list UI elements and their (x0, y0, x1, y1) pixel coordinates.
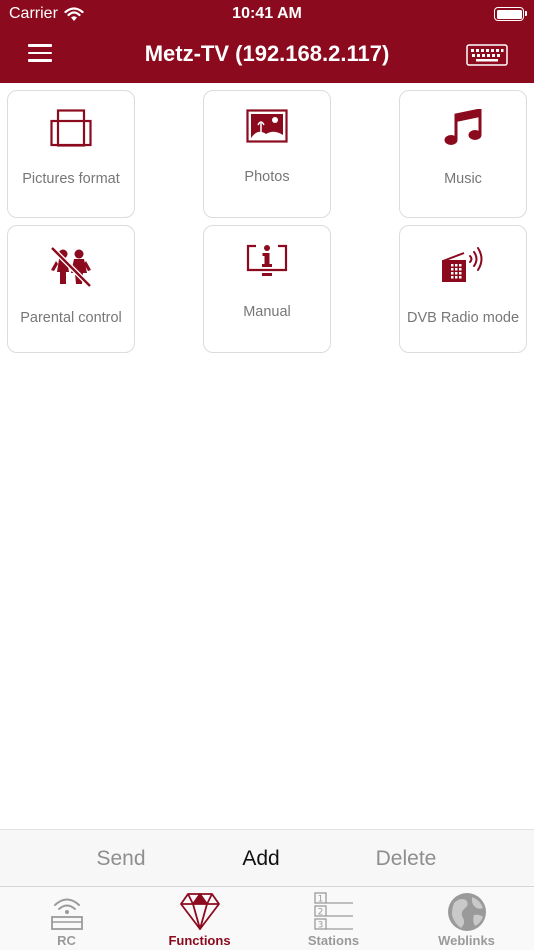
tile-photos[interactable]: Photos (203, 90, 331, 218)
tile-label: Photos (244, 169, 290, 185)
diamond-icon (179, 893, 220, 930)
tile-pictures-format[interactable]: Pictures format (7, 90, 135, 218)
tab-label: Stations (307, 933, 360, 948)
nav-bar: Metz-TV (192.168.2.117) (0, 28, 534, 83)
dvb-radio-icon (442, 247, 483, 282)
stations-list-icon: 1 2 3 (313, 892, 353, 931)
svg-text:2: 2 (317, 908, 323, 918)
tile-manual[interactable]: Manual (203, 225, 331, 353)
remote-control-icon (50, 898, 83, 930)
send-button[interactable]: Send (56, 847, 186, 871)
picture-format-icon (50, 109, 92, 147)
music-note-icon (444, 109, 482, 145)
tile-label: Parental control (20, 310, 122, 326)
tab-bar: RC Functions 1 2 3 Stations Weblinks (0, 886, 534, 950)
add-button[interactable]: Add (196, 847, 326, 871)
tab-label: RC (57, 933, 76, 948)
tile-music[interactable]: Music (399, 90, 527, 218)
photos-icon (246, 109, 288, 143)
tile-parental-control[interactable]: Parental control (7, 225, 135, 353)
parental-control-icon (50, 246, 92, 288)
tile-label: Music (444, 171, 482, 187)
tab-label: Functions (168, 933, 231, 948)
svg-text:1: 1 (317, 895, 323, 905)
tab-functions[interactable]: Functions (133, 887, 266, 950)
delete-button[interactable]: Delete (341, 847, 471, 871)
tile-label: Manual (243, 304, 291, 320)
page-title: Metz-TV (192.168.2.117) (144, 41, 390, 66)
status-time: 10:41 AM (232, 5, 302, 22)
battery-icon (494, 7, 527, 21)
status-bar: Carrier 10:41 AM (0, 0, 534, 28)
tab-stations[interactable]: 1 2 3 Stations (267, 887, 400, 950)
tab-weblinks[interactable]: Weblinks (400, 887, 533, 950)
tile-dvb-radio[interactable]: DVB Radio mode (399, 225, 527, 353)
tab-rc[interactable]: RC (0, 887, 133, 950)
keyboard-icon (466, 44, 508, 66)
tile-label: Pictures format (22, 171, 120, 187)
manual-info-icon (246, 244, 288, 276)
tab-label: Weblinks (438, 933, 495, 948)
tile-label: DVB Radio mode (406, 310, 520, 326)
action-bar: Send Add Delete (0, 829, 534, 886)
keyboard-button[interactable] (466, 44, 508, 66)
globe-icon (447, 893, 486, 931)
svg-text:3: 3 (317, 921, 323, 931)
app-header: Carrier 10:41 AM Metz-TV (192.168.2.117) (0, 0, 534, 83)
